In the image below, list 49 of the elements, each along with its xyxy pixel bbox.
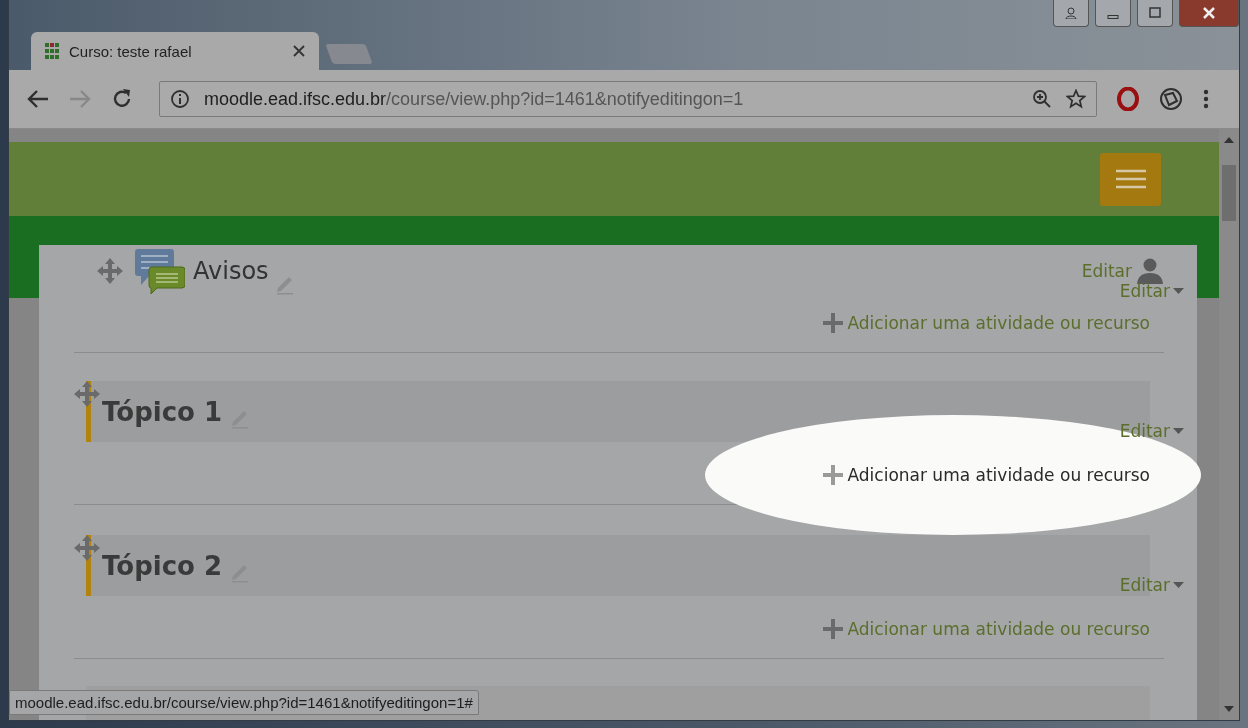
info-icon[interactable] bbox=[170, 89, 190, 109]
add-activity-link[interactable]: Adicionar uma atividade ou recurso bbox=[823, 463, 1150, 487]
zoom-icon[interactable] bbox=[1032, 89, 1052, 109]
add-activity-link[interactable]: Adicionar uma atividade ou recurso bbox=[823, 617, 1150, 641]
minimize-icon bbox=[1107, 15, 1119, 19]
status-url: moodle.ead.ifsc.edu.br/course/view.php?id=1461&notifyeditingon=1# bbox=[9, 690, 479, 715]
minimize-button[interactable] bbox=[1095, 0, 1131, 27]
url-text: moodle.ead.ifsc.edu.br/course/view.php?id=1461&notifyeditingon=1 bbox=[204, 88, 744, 110]
swirl-icon[interactable] bbox=[1159, 87, 1183, 111]
more-icon[interactable] bbox=[1203, 89, 1209, 109]
scroll-up-icon[interactable] bbox=[1224, 137, 1234, 143]
star-icon[interactable] bbox=[1066, 89, 1086, 109]
profile-button[interactable] bbox=[1053, 0, 1089, 27]
maximize-icon bbox=[1149, 7, 1161, 19]
section-title: Tópico 2 bbox=[102, 550, 223, 581]
speech-bubbles-icon[interactable] bbox=[135, 247, 185, 295]
close-button[interactable] bbox=[1179, 0, 1239, 27]
back-icon[interactable] bbox=[27, 89, 49, 109]
scrollbar[interactable] bbox=[1219, 129, 1239, 720]
ring-icon[interactable] bbox=[1117, 87, 1139, 111]
user-icon bbox=[1065, 7, 1077, 19]
browser-tab[interactable]: Curso: teste rafael bbox=[31, 32, 319, 70]
edit-link[interactable]: Editar bbox=[1119, 421, 1184, 441]
plus-icon bbox=[823, 465, 844, 485]
menu-icon bbox=[1115, 169, 1146, 189]
caret-icon bbox=[1173, 428, 1184, 434]
move-icon[interactable] bbox=[97, 258, 123, 284]
add-activity-link[interactable]: Adicionar uma atividade ou recurso bbox=[823, 311, 1150, 335]
section-title: Tópico 1 bbox=[102, 396, 223, 427]
menu-button[interactable] bbox=[1100, 152, 1161, 206]
reload-icon[interactable] bbox=[111, 88, 133, 110]
user-icon[interactable] bbox=[1136, 258, 1164, 284]
move-icon[interactable] bbox=[74, 535, 100, 561]
address-bar[interactable]: moodle.ead.ifsc.edu.br/course/view.php?id=1461&notifyeditingon=1 bbox=[159, 81, 1097, 117]
plus-icon bbox=[823, 313, 844, 333]
edit-link[interactable]: Editar bbox=[1119, 281, 1184, 301]
close-icon bbox=[1202, 7, 1216, 19]
dot-grid-icon bbox=[45, 43, 59, 59]
edit-link[interactable]: Editar bbox=[1081, 261, 1132, 281]
caret-icon bbox=[1173, 288, 1184, 294]
activity-link[interactable]: Avisos bbox=[193, 257, 269, 285]
maximize-button[interactable] bbox=[1137, 0, 1173, 27]
scroll-down-icon[interactable] bbox=[1224, 706, 1234, 712]
scroll-thumb[interactable] bbox=[1222, 165, 1236, 221]
move-icon[interactable] bbox=[74, 381, 100, 407]
caret-icon bbox=[1173, 582, 1184, 588]
plus-icon bbox=[823, 619, 844, 639]
close-icon[interactable] bbox=[293, 45, 305, 57]
edit-link[interactable]: Editar bbox=[1119, 575, 1184, 595]
